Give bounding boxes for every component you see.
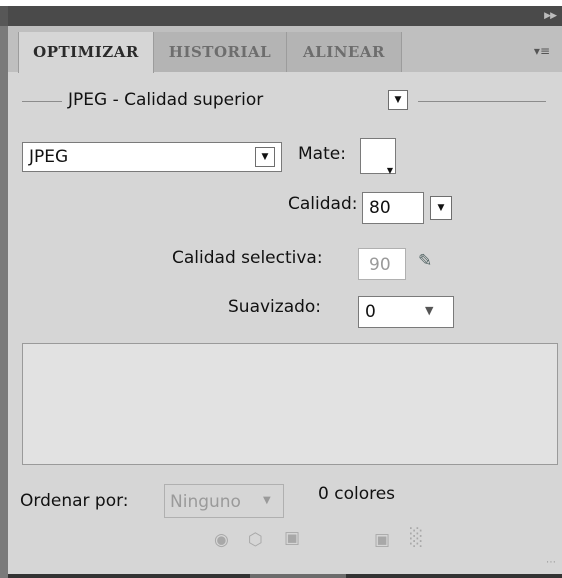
color-table (22, 343, 558, 465)
resize-grip-icon[interactable]: ⋯ (546, 557, 556, 568)
tab-optimizar[interactable]: OPTIMIZAR (18, 32, 154, 73)
chevron-down-icon: ▼ (437, 203, 445, 213)
mate-swatch[interactable]: ▼ (360, 138, 396, 175)
collapse-panel-icon[interactable]: ▶▶ (544, 11, 557, 21)
edit-mask-icon[interactable]: ✎ (418, 251, 432, 271)
preset-dropdown-button[interactable]: ▼ (388, 90, 408, 110)
suavizado-value: 0 (365, 302, 376, 322)
web-snap-icon[interactable]: ◉ (214, 530, 229, 550)
panel-menu-icon[interactable]: ▾≡ (534, 44, 550, 58)
window-frame: ▶▶ OPTIMIZAR HISTORIAL ALINEAR ▾≡ JPEG -… (0, 6, 562, 578)
tab-historial[interactable]: HISTORIAL (153, 32, 287, 72)
trash-icon[interactable]: ░ (410, 528, 423, 548)
color-count: 0 colores (318, 484, 396, 504)
suavizado-select[interactable]: 0 ▼ (358, 296, 454, 328)
calidad-value: 80 (369, 198, 391, 218)
format-select[interactable]: JPEG ▼ (22, 142, 282, 172)
calidad-slider-button[interactable]: ▼ (430, 196, 452, 220)
lock-icon[interactable]: ▣ (284, 528, 300, 548)
format-value: JPEG (29, 147, 69, 167)
ordenar-label: Ordenar por: (20, 491, 129, 511)
small-arrow-icon: ▼ (386, 166, 393, 175)
ordenar-value: Ninguno (170, 492, 241, 512)
suavizado-label: Suavizado: (228, 297, 322, 317)
preset-select-label[interactable]: JPEG - Calidad superior (68, 90, 263, 110)
calidad-input[interactable]: 80 (362, 192, 424, 224)
chevron-down-icon: ▼ (425, 304, 434, 317)
chevron-down-icon: ▼ (261, 152, 269, 162)
calidad-selectiva-input[interactable]: 90 (358, 248, 406, 280)
lock-cube-icon[interactable]: ⬡ (248, 530, 263, 550)
calidad-selectiva-value: 90 (369, 255, 391, 275)
calidad-label: Calidad: (288, 194, 358, 214)
format-dropdown-button[interactable]: ▼ (255, 147, 275, 167)
chevron-down-icon: ▼ (263, 495, 271, 506)
bottom-edge-tab (250, 574, 346, 578)
ordenar-select[interactable]: Ninguno ▼ (164, 484, 284, 518)
preset-rule-right (418, 101, 546, 102)
optimize-panel: OPTIMIZAR HISTORIAL ALINEAR ▾≡ JPEG - Ca… (8, 26, 562, 574)
mate-label: Mate: (298, 144, 346, 164)
chevron-down-icon: ▼ (394, 95, 402, 105)
new-swatch-icon[interactable]: ▣ (374, 530, 390, 550)
left-edge (0, 26, 8, 578)
tab-alinear[interactable]: ALINEAR (286, 32, 402, 72)
preset-rule-left (22, 101, 62, 102)
tab-strip: OPTIMIZAR HISTORIAL ALINEAR ▾≡ (8, 26, 562, 73)
panel-header-bar: ▶▶ (8, 6, 562, 26)
calidad-selectiva-label: Calidad selectiva: (172, 248, 323, 268)
